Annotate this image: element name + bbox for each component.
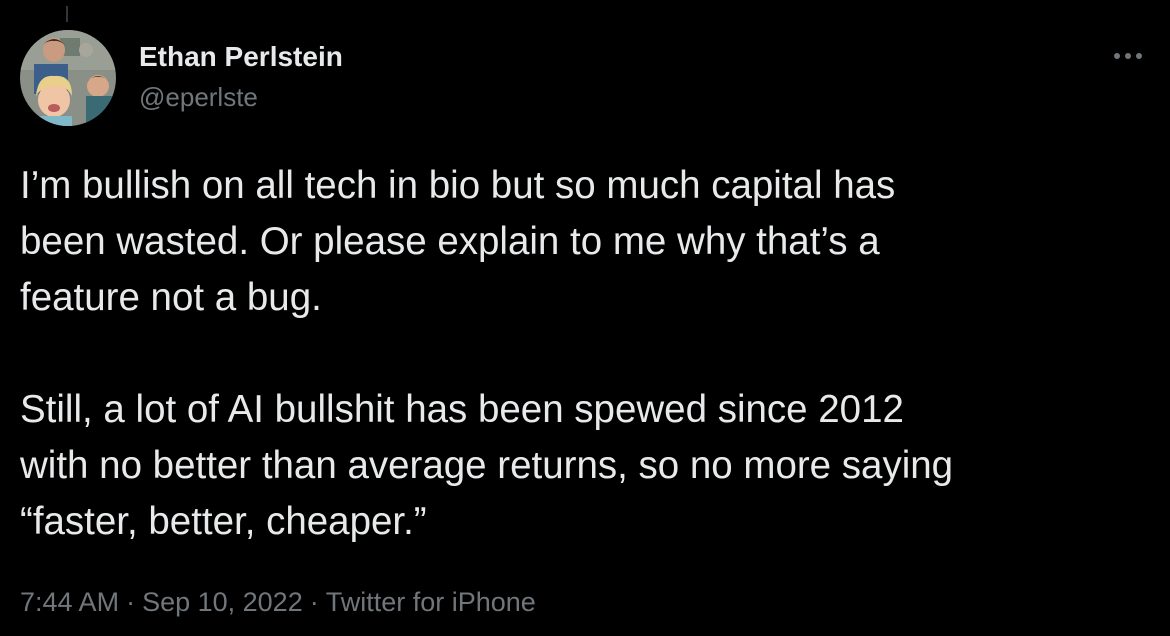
more-options-button[interactable] xyxy=(1106,38,1150,74)
author-handle[interactable]: @eperlste xyxy=(139,79,343,115)
tweet-source-link[interactable]: Twitter for iPhone xyxy=(326,587,536,617)
tweet-text: I’m bullish on all tech in bio but so mu… xyxy=(20,164,954,543)
tweet-date[interactable]: Sep 10, 2022 xyxy=(142,587,303,617)
more-horizontal-icon xyxy=(1114,53,1142,59)
tweet-metadata: 7:44 AM · Sep 10, 2022 · Twitter for iPhone xyxy=(20,584,536,620)
thread-connector-line xyxy=(66,6,68,22)
author-names: Ethan Perlstein @eperlste xyxy=(139,39,343,115)
meta-separator: · xyxy=(126,587,136,617)
author-display-name[interactable]: Ethan Perlstein xyxy=(139,39,343,75)
tweet-time[interactable]: 7:44 AM xyxy=(20,587,119,617)
meta-separator: · xyxy=(309,587,319,617)
tweet-header: Ethan Perlstein @eperlste xyxy=(20,30,1150,126)
avatar-photo-icon xyxy=(20,30,116,126)
avatar[interactable] xyxy=(20,30,116,126)
